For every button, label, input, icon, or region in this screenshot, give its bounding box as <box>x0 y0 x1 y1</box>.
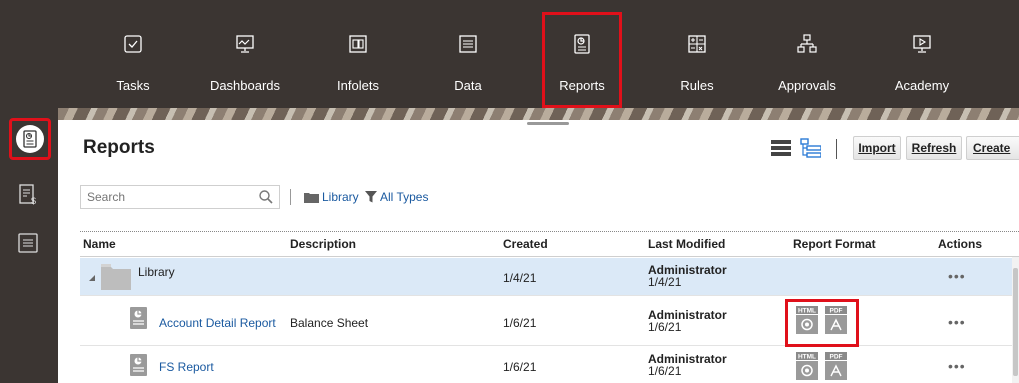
nav-label: Academy <box>894 78 950 93</box>
column-header-last-modified[interactable]: Last Modified <box>648 237 725 251</box>
column-header-actions[interactable]: Actions <box>938 237 982 251</box>
tree-view-icon[interactable] <box>800 138 821 158</box>
reports-icon <box>574 34 590 54</box>
nav-strip: Tasks Dashboards Infolets Data Reports R… <box>0 0 1019 108</box>
row-modified: Administrator 1/4/21 <box>648 264 727 288</box>
pdf-format-label: PDF <box>830 308 843 315</box>
column-header-description[interactable]: Description <box>290 237 356 251</box>
toolbar-separator <box>836 139 837 159</box>
html-format-label: HTML <box>798 308 816 315</box>
row-name: Library <box>138 265 175 279</box>
column-header-name[interactable]: Name <box>83 237 116 251</box>
row-created: 1/6/21 <box>503 360 537 374</box>
nav-label: Dashboards <box>209 78 281 93</box>
pdf-format-icon[interactable]: PDF <box>825 352 847 380</box>
row-created: 1/6/21 <box>503 316 537 330</box>
modified-on: 1/4/21 <box>648 275 682 289</box>
filter-separator <box>290 189 291 205</box>
dashboards-icon <box>236 35 254 53</box>
resize-grip[interactable] <box>527 122 569 125</box>
financial-report-icon[interactable]: $ <box>15 182 41 208</box>
table-row[interactable]: Account Detail Report Balance Sheet 1/6/… <box>80 300 1012 346</box>
column-header-created[interactable]: Created <box>503 237 548 251</box>
report-link[interactable]: Account Detail Report <box>159 316 276 330</box>
table-header: Name Description Created Last Modified R… <box>80 231 1019 257</box>
academy-icon <box>913 35 931 53</box>
nav-item-dashboards[interactable]: Dashboards <box>205 0 285 108</box>
refresh-label-rest: efresh <box>920 141 957 155</box>
row-description: Balance Sheet <box>290 316 369 330</box>
nav-item-tasks[interactable]: Tasks <box>101 0 165 108</box>
import-button[interactable]: Import <box>853 136 901 160</box>
create-button[interactable]: Create <box>966 136 1019 160</box>
filter-icon <box>365 191 377 203</box>
report-link[interactable]: FS Report <box>159 360 214 374</box>
nav-label: Reports <box>559 78 605 93</box>
folder-icon <box>304 193 319 203</box>
page-title: Reports <box>83 137 155 158</box>
refresh-mnemonic: R <box>911 141 921 155</box>
row-created: 1/4/21 <box>503 271 537 285</box>
pdf-format-icon[interactable]: PDF <box>825 306 847 334</box>
pdf-format-label: PDF <box>830 354 843 361</box>
row-actions-menu[interactable]: ••• <box>948 358 966 374</box>
nav-label: Infolets <box>337 78 379 93</box>
list-view-icon[interactable] <box>771 140 791 156</box>
top-navigation-bar: Tasks Dashboards Infolets Data Reports R… <box>0 0 1019 108</box>
library-filter[interactable]: Library <box>322 190 359 204</box>
view-toggle <box>771 138 821 158</box>
nav-label: Tasks <box>116 78 150 93</box>
nav-item-academy[interactable]: Academy <box>887 0 957 108</box>
nav-label: Data <box>454 78 482 93</box>
document-icon[interactable] <box>15 230 41 256</box>
nav-item-infolets[interactable]: Infolets <box>328 0 388 108</box>
row-actions-menu[interactable]: ••• <box>948 314 966 330</box>
left-sidebar: $ <box>0 108 58 383</box>
table-row[interactable]: FS Report 1/6/21 Administrator 1/6/21 ••• <box>80 348 1012 383</box>
type-filter[interactable]: All Types <box>380 190 428 204</box>
nav-item-reports[interactable]: Reports <box>542 12 622 108</box>
modified-on: 1/6/21 <box>648 364 682 378</box>
report-file-icon <box>130 354 147 376</box>
row-modified: Administrator 1/6/21 <box>648 353 727 377</box>
modified-on: 1/6/21 <box>648 320 682 334</box>
scrollbar-thumb[interactable] <box>1013 268 1018 376</box>
html-format-label: HTML <box>798 354 816 361</box>
active-indicator <box>16 125 44 153</box>
nav-item-approvals[interactable]: Approvals <box>772 0 842 108</box>
nav-item-rules[interactable]: Rules <box>667 0 727 108</box>
column-header-report-format[interactable]: Report Format <box>793 237 876 251</box>
search-input[interactable] <box>80 185 280 209</box>
html-format-icon[interactable]: HTML <box>796 352 818 380</box>
reports-icon <box>23 130 37 148</box>
nav-label: Approvals <box>778 78 836 93</box>
decorative-banner <box>58 108 1019 120</box>
sidebar-item-reports[interactable] <box>9 118 51 160</box>
svg-text:$: $ <box>31 196 36 206</box>
rules-icon <box>688 35 706 53</box>
refresh-button[interactable]: Refresh <box>906 136 962 160</box>
table-row[interactable]: Library 1/4/21 Administrator 1/4/21 ••• <box>80 258 1012 296</box>
tasks-icon <box>124 35 142 53</box>
row-modified: Administrator 1/6/21 <box>648 309 727 333</box>
infolets-icon <box>349 35 367 53</box>
approvals-icon <box>797 34 817 53</box>
collapse-triangle-icon[interactable] <box>88 274 96 282</box>
nav-item-data[interactable]: Data <box>438 0 498 108</box>
search-icon[interactable] <box>258 189 274 205</box>
folder-icon <box>101 264 131 290</box>
html-format-icon[interactable]: HTML <box>796 306 818 334</box>
row-actions-menu[interactable]: ••• <box>948 268 966 284</box>
data-icon <box>459 35 477 53</box>
report-file-icon <box>130 307 147 329</box>
nav-label: Rules <box>680 78 714 93</box>
